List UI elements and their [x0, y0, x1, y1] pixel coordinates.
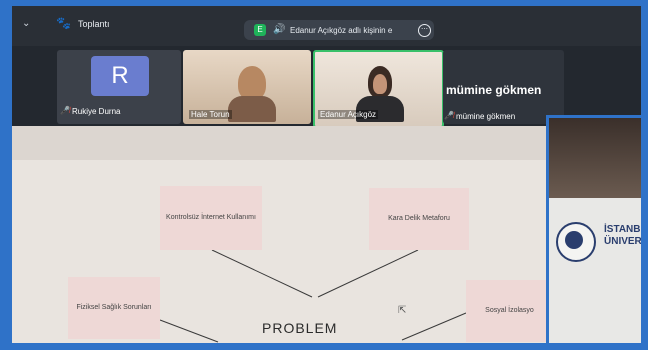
frame-border-right — [641, 0, 648, 350]
slide-box-kara-delik: Kara Delik Metaforu — [369, 188, 469, 250]
banner-line-2: ÜNIVER — [604, 236, 642, 247]
mouse-cursor-icon: ⇱ — [398, 305, 407, 316]
slide-box-sosyal: Sosyal İzolasyo — [466, 280, 553, 342]
banner-line-1: İSTANB — [604, 224, 641, 235]
slide-box-internet: Kontrolsüz İnternet Kullanımı — [160, 186, 262, 250]
frame-border-left — [0, 0, 12, 350]
slide-box-fiziksel: Fiziksel Sağlık Sorunları — [68, 277, 160, 339]
university-banner-text: İSTANB ÜNIVER — [604, 224, 642, 248]
university-seal-center — [565, 231, 583, 249]
screen-photo: ⌄ 🐾 Toplantı E 🔊 Edanur Açıkgöz adlı kiş… — [0, 0, 648, 350]
camera-inset-background — [549, 118, 641, 198]
slide-center-title: PROBLEM — [262, 320, 338, 336]
frame-border-bottom — [0, 343, 648, 350]
frame-border-top — [0, 0, 648, 6]
